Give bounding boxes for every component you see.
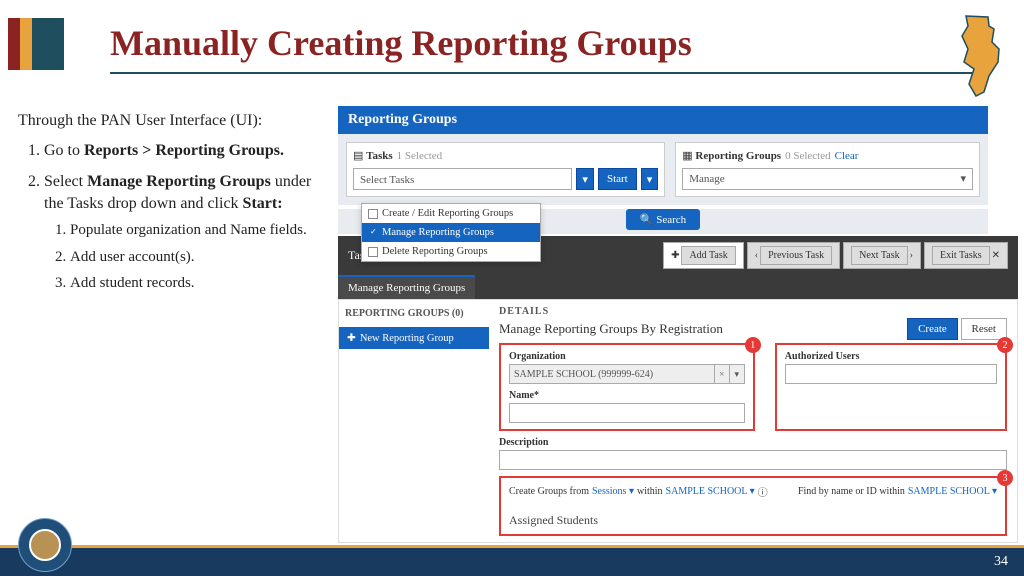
tasks-panel: ▤ Tasks1 Selected Select Tasks ▾ Start ▾… [346,142,665,197]
school-link-2[interactable]: SAMPLE SCHOOL ▾ [908,486,997,497]
nj-state-icon [954,14,1004,99]
clear-link[interactable]: Clear [835,150,859,162]
description-label: Description [499,437,548,448]
opt-manage[interactable]: Manage Reporting Groups [362,223,540,242]
accent-bars [8,18,64,70]
callout-3: 3 Create Groups from Sessions ▾ within S… [499,476,1007,536]
callout-1: 1 Organization SAMPLE SCHOOL (999999-624… [499,343,755,431]
substep-2: Add user account(s). [70,247,318,267]
manage-input[interactable]: Manage▾ [682,168,973,190]
org-select[interactable]: SAMPLE SCHOOL (999999-624)×▾ [509,364,745,384]
clear-icon: × [714,364,730,384]
next-task-button[interactable]: Next Task › [843,242,921,269]
badge-1: 1 [745,337,761,353]
opt-delete[interactable]: Delete Reporting Groups [362,242,540,261]
badge-3: 3 [997,470,1013,486]
step-1: Go to Reports > Reporting Groups. [44,140,318,162]
intro-text: Through the PAN User Interface (UI): [18,110,318,132]
select-tasks-dropdown-icon[interactable]: ▾ [576,168,594,190]
opt-create-edit[interactable]: Create / Edit Reporting Groups [362,204,540,223]
rg-header: Reporting Groups [338,106,988,134]
school-link-1[interactable]: SAMPLE SCHOOL ▾ [666,486,755,497]
tasks-dropdown: Create / Edit Reporting Groups Manage Re… [361,203,541,262]
title-underline [110,72,990,74]
list-icon: ▦ [682,150,692,162]
substep-1: Populate organization and Name fields. [70,220,318,240]
step-2: Select Manage Reporting Groups under the… [44,171,318,293]
sessions-link[interactable]: Sessions ▾ [592,486,634,497]
nj-doe-seal-icon [18,518,72,572]
create-button[interactable]: Create [907,318,958,340]
badge-2: 2 [997,337,1013,353]
rg-list-panel: REPORTING GROUPS (0) ✚New Reporting Grou… [339,300,489,542]
search-button[interactable]: 🔍 Search [626,209,700,230]
name-field[interactable] [509,403,745,423]
details-title: Manage Reporting Groups By Registration [499,321,723,337]
chevron-down-icon: ▾ [729,364,745,384]
page-title: Manually Creating Reporting Groups [110,22,692,64]
exit-tasks-button[interactable]: Exit Tasks ✕ [924,242,1008,269]
info-icon: ⓘ [758,484,768,499]
start-button[interactable]: Start [598,168,637,190]
new-rg-button[interactable]: ✚New Reporting Group [339,327,489,349]
page-number: 34 [994,554,1008,570]
description-field[interactable] [499,450,1007,470]
substep-3: Add student records. [70,273,318,293]
footer: 34 [0,548,1024,576]
tab-manage-rg[interactable]: Manage Reporting Groups [338,275,475,299]
plus-icon: ✚ [347,332,356,344]
add-task-button[interactable]: ✚ Add Task [663,242,744,269]
start-dropdown-icon[interactable]: ▾ [641,168,659,190]
chevron-down-icon: ▾ [960,168,966,190]
auth-users-field[interactable] [785,364,997,384]
assigned-students-label: Assigned Students [509,507,997,528]
calendar-icon: ▤ [353,150,363,162]
callout-2: 2 Authorized Users [775,343,1007,431]
screenshot-1: Reporting Groups ▤ Tasks1 Selected Selec… [338,106,988,234]
screenshot-2: Tasks for Reporting Groups ✚ Add Task ‹ … [338,236,1018,543]
prev-task-button[interactable]: ‹ Previous Task [747,242,840,269]
select-tasks-input[interactable]: Select Tasks [353,168,572,190]
instructions-panel: Through the PAN User Interface (UI): Go … [18,110,318,303]
reset-button[interactable]: Reset [961,318,1007,340]
reporting-groups-panel: ▦ Reporting Groups0 SelectedClear Manage… [675,142,980,197]
